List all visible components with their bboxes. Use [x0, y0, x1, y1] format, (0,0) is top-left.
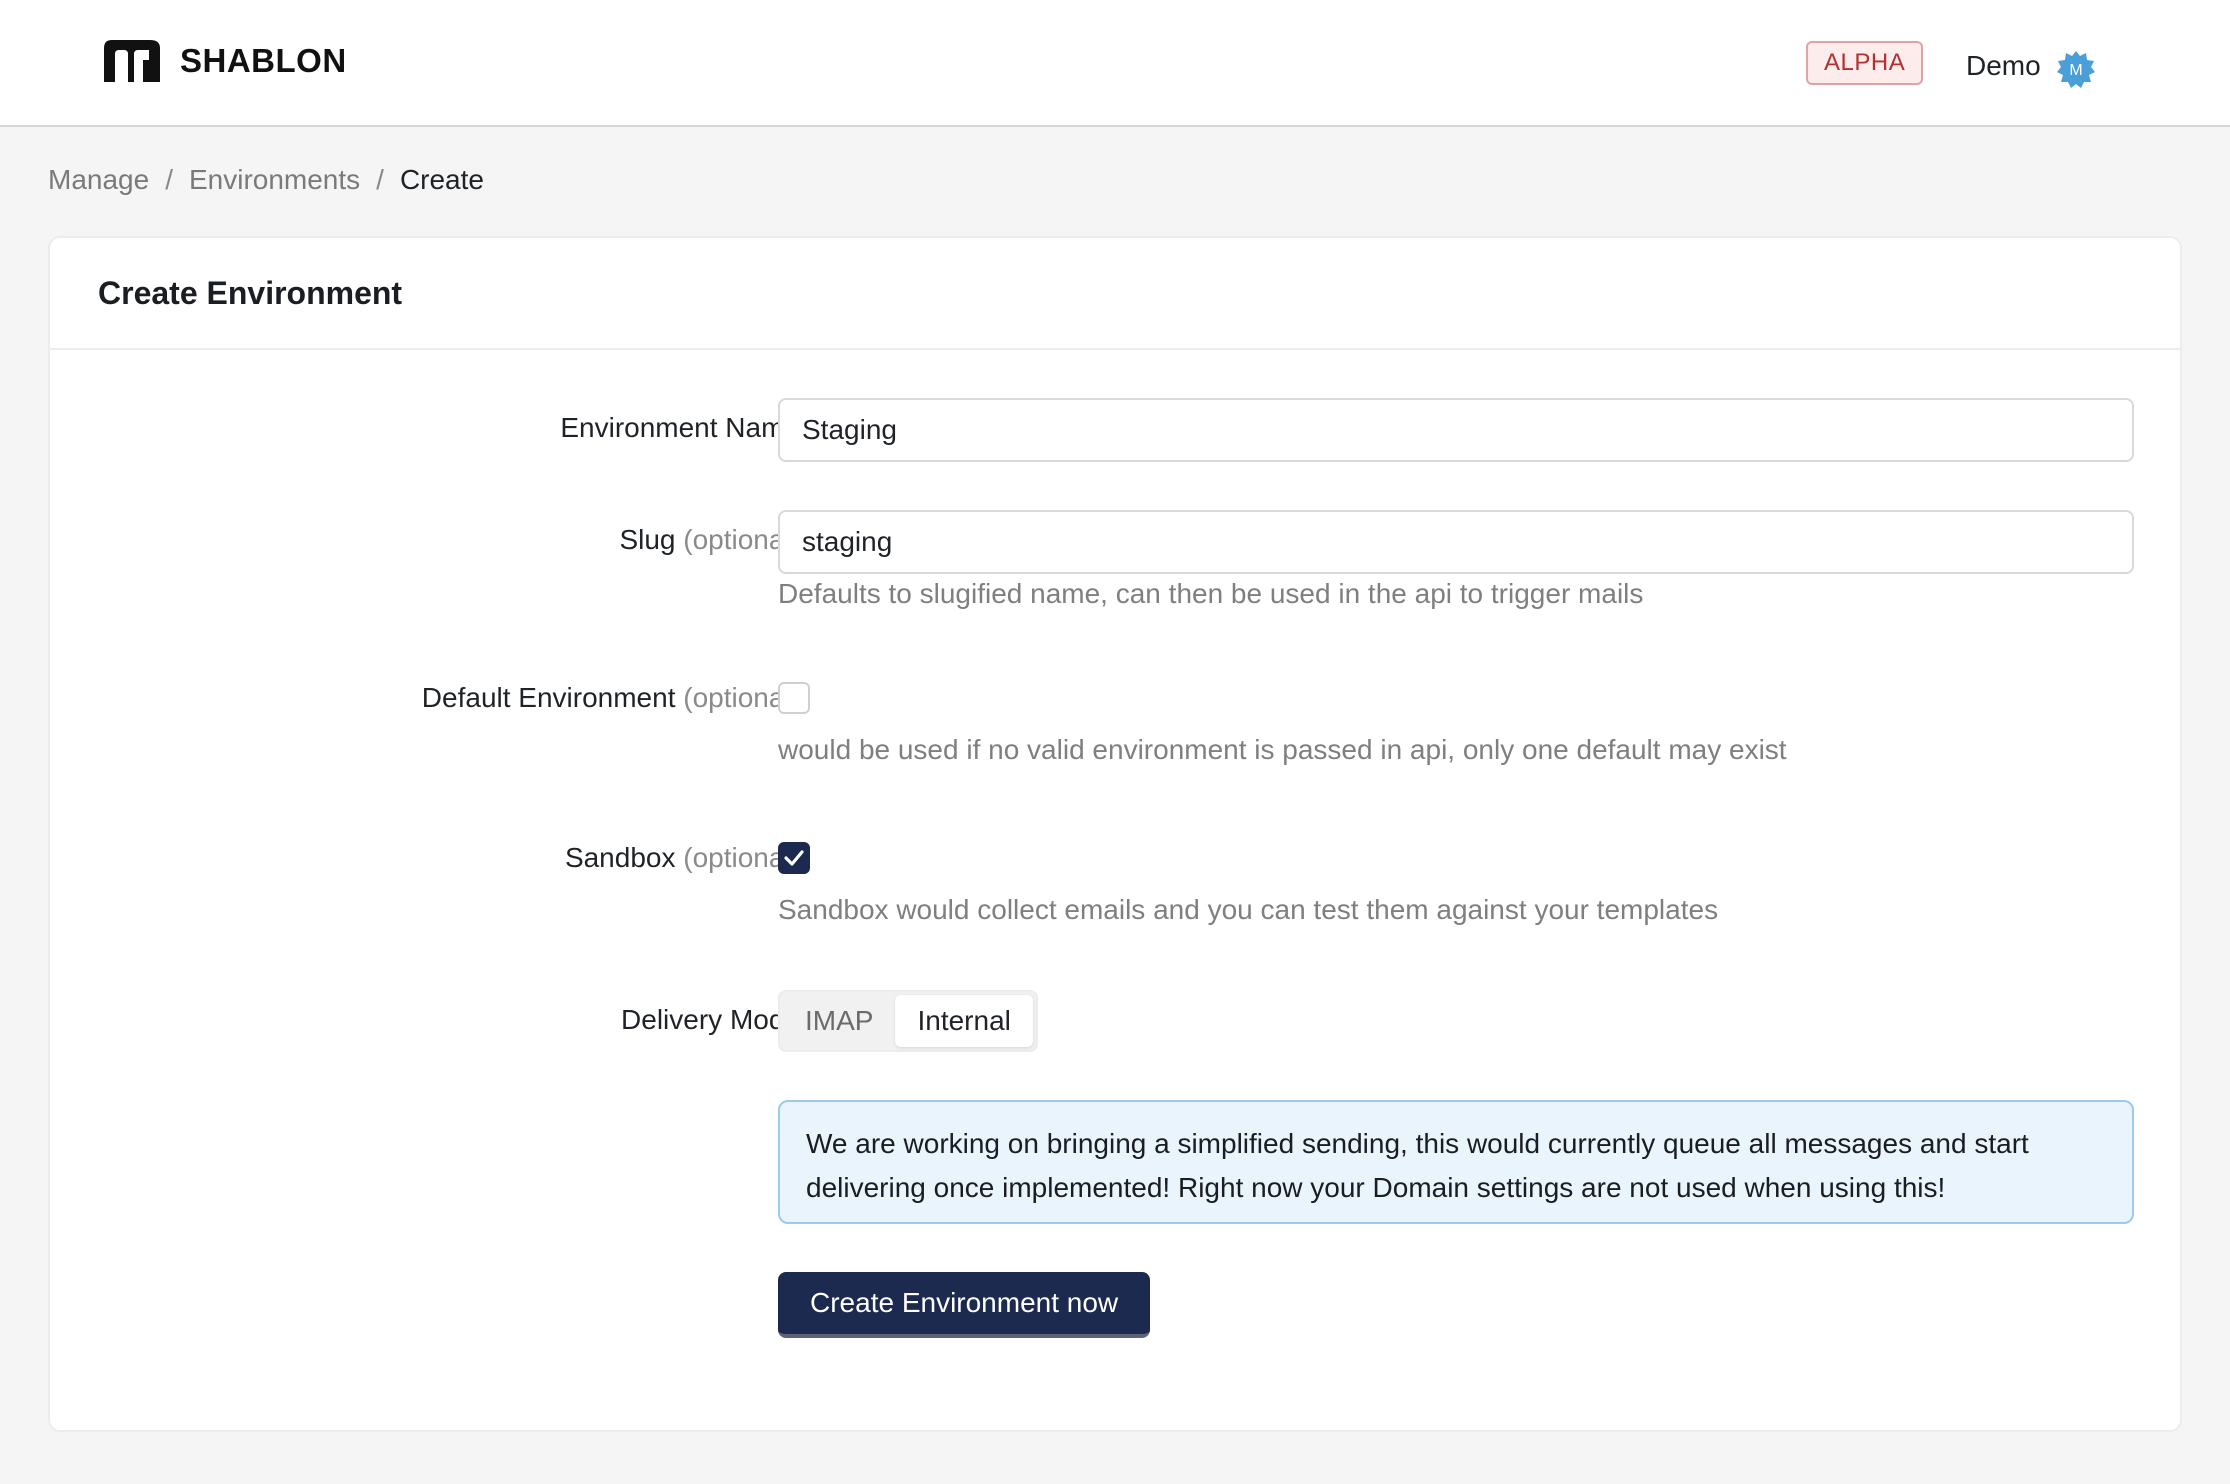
default-environment-label-text: Default Environment — [421, 682, 676, 713]
user-menu[interactable]: Demo M — [1966, 44, 2095, 88]
top-navbar: SHABLON ALPHA Demo M — [0, 0, 2230, 127]
breadcrumb-separator: / — [165, 164, 173, 195]
breadcrumb: Manage / Environments / Create — [48, 164, 484, 196]
slug-label-text: Slug — [619, 524, 676, 555]
create-environment-button[interactable]: Create Environment now — [778, 1272, 1151, 1338]
environment-name-input[interactable] — [778, 398, 2134, 462]
breadcrumb-environments[interactable]: Environments — [189, 164, 360, 196]
brand-logo-link[interactable]: SHABLON — [102, 38, 347, 84]
shablon-logo-icon — [104, 40, 160, 82]
alpha-badge: ALPHA — [1806, 41, 1924, 85]
default-environment-hint: would be used if no valid environment is… — [778, 734, 1787, 765]
sandbox-hint: Sandbox would collect emails and you can… — [778, 894, 1719, 925]
sandbox-label: Sandbox (optional) — [565, 842, 800, 874]
delivery-mode-label: Delivery Mode — [621, 1004, 800, 1035]
avatar-letter: M — [2069, 62, 2082, 79]
delivery-option-imap[interactable]: IMAP — [783, 995, 895, 1047]
slug-label: Slug (optional) — [619, 524, 800, 556]
user-name: Demo — [1966, 50, 2041, 81]
breadcrumb-separator: / — [376, 164, 384, 195]
delivery-mode-toggle: IMAP Internal — [778, 990, 1038, 1052]
sandbox-label-text: Sandbox — [564, 842, 676, 873]
default-environment-checkbox[interactable] — [778, 682, 810, 714]
brand-name: SHABLON — [180, 42, 347, 79]
card-header: Create Environment — [50, 238, 2180, 350]
slug-input[interactable] — [778, 510, 2134, 574]
page-title: Create Environment — [98, 274, 403, 311]
environment-name-label: Environment Name — [560, 412, 800, 443]
sandbox-checkbox[interactable] — [778, 842, 810, 874]
default-environment-label: Default Environment (optional) — [422, 682, 800, 714]
breadcrumb-current: Create — [399, 164, 484, 195]
avatar-icon: M — [2056, 51, 2095, 88]
delivery-option-internal[interactable]: Internal — [895, 995, 1033, 1047]
checkmark-icon — [784, 850, 804, 866]
slug-hint: Defaults to slugified name, can then be … — [778, 578, 1644, 609]
create-environment-card: Create Environment Environment Name Slug… — [48, 236, 2182, 1432]
info-notice: We are working on bringing a simplified … — [778, 1100, 2134, 1224]
breadcrumb-manage[interactable]: Manage — [48, 164, 149, 196]
